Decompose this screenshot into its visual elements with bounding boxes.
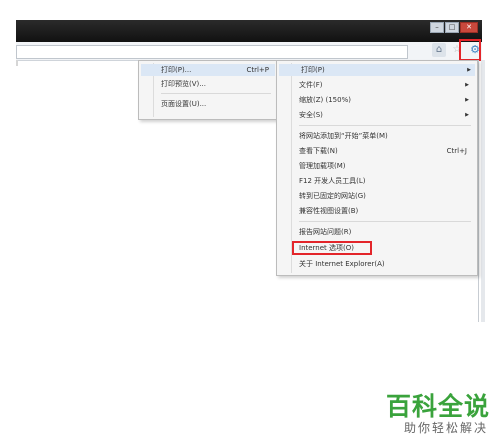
- tools-highlight-box: [459, 39, 481, 61]
- menu-item-label: 管理加载项(M): [299, 162, 346, 170]
- menu-item-pinned-sites[interactable]: 转到已固定的网站(G): [299, 190, 473, 202]
- submenu-arrow-icon: ▶: [465, 112, 469, 118]
- content-edge: [16, 60, 18, 66]
- menu-item-page-setup[interactable]: 页面设置(U)...: [161, 98, 273, 110]
- menu-item-about-ie[interactable]: 关于 Internet Explorer(A): [299, 258, 473, 270]
- menu-item-shortcut: Ctrl+P: [246, 66, 269, 74]
- scrollbar-edge: [478, 60, 479, 322]
- menu-item-print[interactable]: 打印(P) ▶: [279, 64, 475, 76]
- menu-item-compatibility-view[interactable]: 兼容性视图设置(B): [299, 205, 473, 217]
- menu-separator: [161, 93, 271, 94]
- menu-item-label: F12 开发人员工具(L): [299, 177, 366, 185]
- menu-item-print-dialog[interactable]: 打印(P)... Ctrl+P: [141, 64, 275, 76]
- internet-options-highlight-box: [292, 241, 372, 255]
- menu-item-safety[interactable]: 安全(S) ▶: [299, 109, 473, 121]
- scrollbar[interactable]: [481, 60, 485, 322]
- menu-item-label: 缩放(Z) (150%): [299, 96, 351, 104]
- menu-item-label: 打印(P)...: [161, 66, 192, 74]
- menu-item-label: 打印预览(V)...: [161, 80, 206, 88]
- menu-item-view-downloads[interactable]: 查看下载(N) Ctrl+J: [299, 145, 473, 157]
- minimize-button[interactable]: –: [430, 22, 444, 33]
- menu-item-report-problems[interactable]: 报告网站问题(R): [299, 226, 473, 238]
- menu-item-label: 报告网站问题(R): [299, 228, 352, 236]
- submenu-arrow-icon: ▶: [467, 67, 471, 73]
- submenu-arrow-icon: ▶: [465, 97, 469, 103]
- menu-item-label: 关于 Internet Explorer(A): [299, 260, 385, 268]
- menu-item-label: 兼容性视图设置(B): [299, 207, 359, 215]
- menu-item-manage-addons[interactable]: 管理加载项(M): [299, 160, 473, 172]
- watermark-title: 百科全说: [385, 392, 490, 421]
- menu-item-label: 转到已固定的网站(G): [299, 192, 366, 200]
- menu-item-file[interactable]: 文件(F) ▶: [299, 79, 473, 91]
- browser-title-bar: – □ ✕: [16, 20, 482, 42]
- submenu-arrow-icon: ▶: [465, 82, 469, 88]
- browser-toolbar: ⌂ ☆ ⚙: [16, 42, 482, 61]
- menu-item-shortcut: Ctrl+J: [446, 147, 467, 155]
- menu-item-print-preview[interactable]: 打印预览(V)...: [161, 78, 273, 90]
- menu-item-label: 查看下载(N): [299, 147, 338, 155]
- menu-separator: [299, 221, 471, 222]
- close-button[interactable]: ✕: [460, 22, 478, 33]
- print-submenu: 打印(P)... Ctrl+P 打印预览(V)... 页面设置(U)...: [138, 60, 278, 120]
- menu-item-label: 文件(F): [299, 81, 323, 89]
- menu-item-label: 打印(P): [301, 66, 325, 74]
- menu-item-add-to-start[interactable]: 将网站添加到“开始”菜单(M): [299, 130, 473, 142]
- address-bar[interactable]: [16, 45, 408, 59]
- menu-item-label: 将网站添加到“开始”菜单(M): [299, 132, 388, 140]
- menu-item-label: 安全(S): [299, 111, 323, 119]
- menu-separator: [299, 125, 471, 126]
- watermark-subtitle: 助你轻松解决: [403, 421, 488, 435]
- window-controls: – □ ✕: [430, 22, 478, 33]
- menu-item-developer-tools[interactable]: F12 开发人员工具(L): [299, 175, 473, 187]
- menu-item-label: 页面设置(U)...: [161, 100, 207, 108]
- home-icon[interactable]: ⌂: [432, 43, 446, 57]
- menu-item-zoom[interactable]: 缩放(Z) (150%) ▶: [299, 94, 473, 106]
- maximize-button[interactable]: □: [445, 22, 459, 33]
